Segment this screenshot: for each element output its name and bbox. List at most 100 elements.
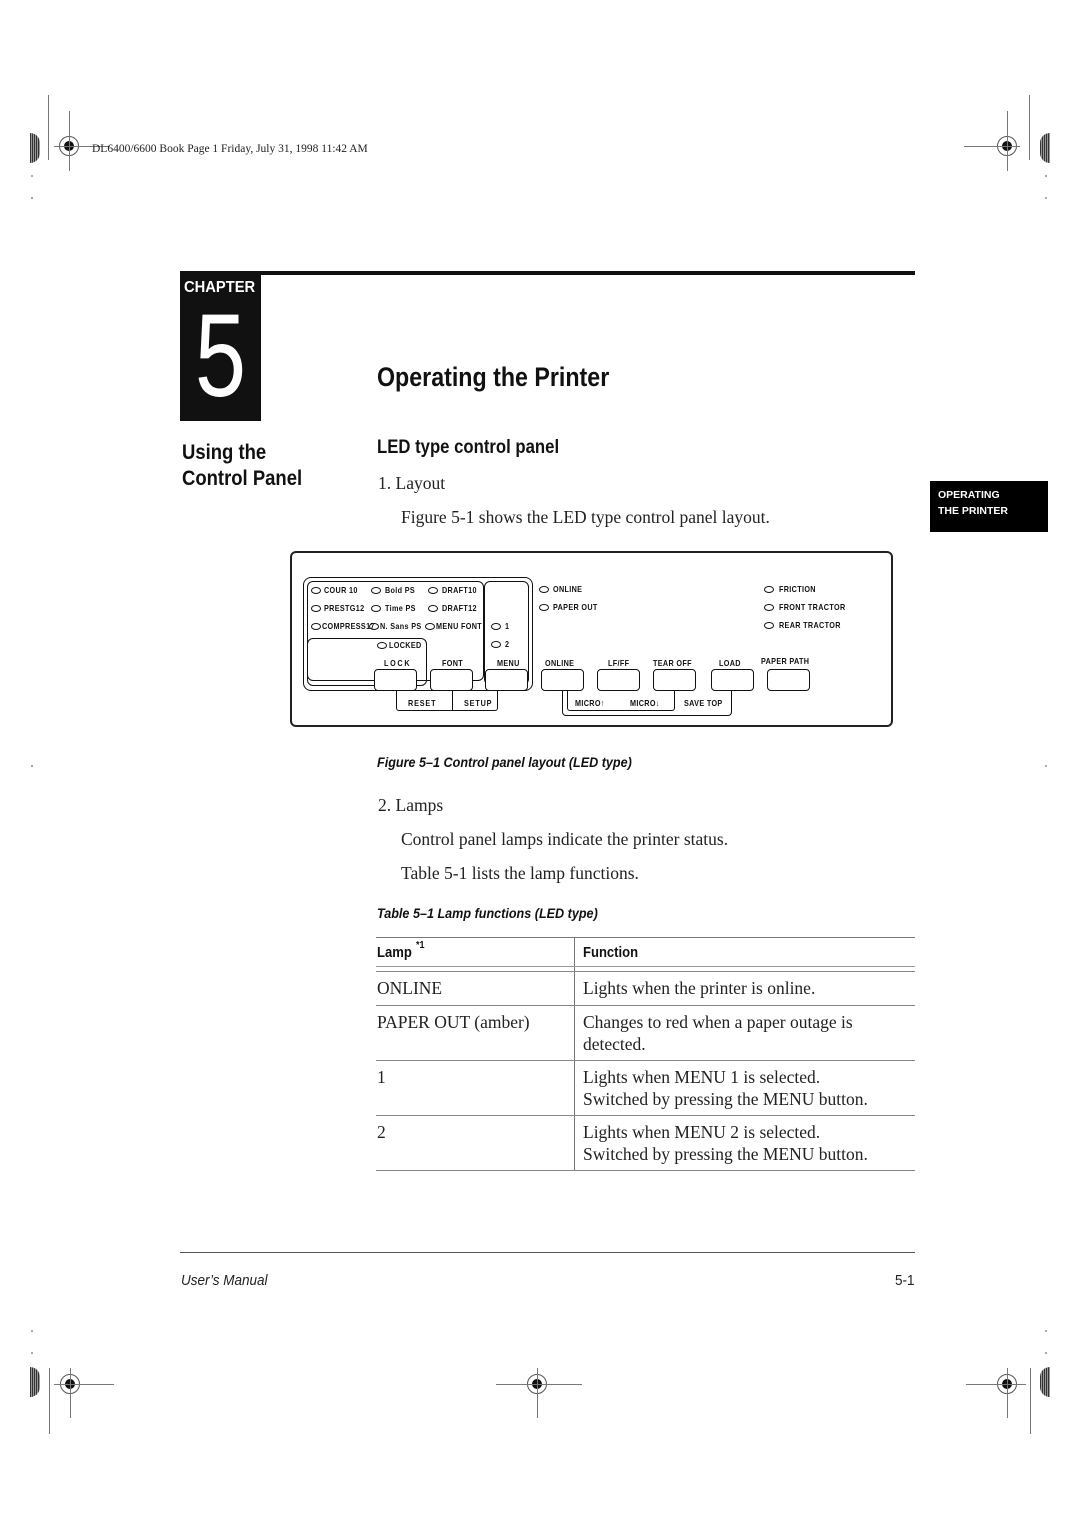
- column-divider: [574, 972, 575, 1005]
- led-icon: [491, 623, 501, 630]
- secondary-label-micro-up: MICRO↑: [575, 698, 605, 708]
- table-row: PAPER OUT (amber) Changes to red when a …: [376, 1006, 915, 1061]
- led-icon: [369, 623, 379, 630]
- lamp-functions-table: Lamp *1 Function ONLINE Lights when the p…: [376, 937, 915, 1171]
- thumb-tab-line: THE PRINTER: [938, 505, 1009, 517]
- secondary-label-save-top: SAVE TOP: [684, 698, 723, 708]
- side-heading-line: Control Panel: [182, 467, 303, 490]
- cell-function-line: Lights when the printer is online.: [583, 978, 816, 998]
- button-label: LOCK: [384, 658, 412, 668]
- led-icon: [311, 605, 321, 612]
- header-function: Function: [583, 938, 915, 962]
- crop-dot: [31, 765, 33, 767]
- led-label-front-tractor: FRONT TRACTOR: [779, 602, 846, 612]
- side-heading: Using the Control Panel: [182, 440, 302, 492]
- cell-lamp: 2: [377, 1122, 386, 1142]
- header-function-label: Function: [583, 945, 639, 961]
- led-label-locked: LOCKED: [389, 640, 422, 650]
- crop-dot: [31, 1330, 33, 1332]
- footnote-marker: *1: [415, 940, 425, 951]
- crop-dot: [1045, 765, 1047, 767]
- led-icon: [311, 623, 321, 630]
- list-item-lamps: 2. Lamps: [378, 795, 444, 815]
- crop-line: [1007, 111, 1008, 171]
- cell-lamp: 1: [377, 1067, 386, 1087]
- header-lamp-label: Lamp: [377, 945, 412, 961]
- led-icon: [764, 604, 774, 611]
- led-label: PRESTG12: [324, 603, 365, 613]
- cell-function-line: detected.: [583, 1034, 646, 1054]
- cell-function: Lights when the printer is online.: [583, 972, 915, 999]
- button-label: FONT: [442, 658, 464, 668]
- table-header-row: Lamp *1 Function: [376, 937, 915, 967]
- paragraph: Figure 5-1 shows the LED type control pa…: [401, 507, 770, 527]
- led-icon: [491, 641, 501, 648]
- led-icon: [311, 587, 321, 594]
- footer-rule: [180, 1252, 915, 1253]
- button-label: PAPER PATH: [761, 656, 810, 666]
- led-label: COUR 10: [324, 585, 358, 595]
- cell-function: Lights when MENU 1 is selected. Switched…: [583, 1061, 915, 1110]
- led-label: Time PS: [385, 603, 416, 613]
- crop-dot: [1045, 1352, 1047, 1354]
- thumb-tab[interactable]: OPERATING THE PRINTER: [930, 481, 1048, 532]
- load-button: [711, 669, 754, 691]
- button-label: LOAD: [719, 658, 741, 668]
- paragraph: Control panel lamps indicate the printer…: [401, 829, 729, 849]
- led-label: COMPRESS17: [322, 621, 375, 631]
- crop-dot: [31, 1352, 33, 1354]
- led-label-rear-tractor: REAR TRACTOR: [779, 620, 841, 630]
- crop-line: [1007, 1368, 1008, 1418]
- crop-dot: [1045, 197, 1047, 199]
- font-button: [430, 669, 473, 691]
- button-label: LF/FF: [608, 658, 630, 668]
- chapter-number: 5: [194, 290, 247, 422]
- led-icon: [539, 604, 549, 611]
- crop-line: [964, 146, 1020, 147]
- led-icon: [539, 586, 549, 593]
- paper-path-button: [767, 669, 810, 691]
- button-label: TEAR OFF: [653, 658, 692, 668]
- led-icon: [371, 605, 381, 612]
- led-icon: [377, 642, 387, 649]
- led-label: MENU FONT: [436, 621, 483, 631]
- cell-function: Lights when MENU 2 is selected. Switched…: [583, 1116, 915, 1165]
- registration-halfmoon-icon: [1040, 1367, 1050, 1397]
- column-divider: [574, 967, 575, 971]
- secondary-label-micro-down: MICRO↓: [630, 698, 660, 708]
- cell-function-line: Changes to red when a paper outage is: [583, 1012, 853, 1032]
- column-divider: [574, 1006, 575, 1060]
- led-label-menu-2: 2: [505, 639, 510, 649]
- column-divider: [574, 1061, 575, 1115]
- led-label: DRAFT10: [442, 585, 477, 595]
- crop-dot: [1045, 1330, 1047, 1332]
- led-label: N. Sans PS: [380, 621, 422, 631]
- led-label: Bold PS: [385, 585, 416, 595]
- table-caption: Table 5–1 Lamp functions (LED type): [377, 905, 598, 921]
- online-button: [541, 669, 584, 691]
- led-label-paper-out: PAPER OUT: [553, 602, 598, 612]
- crop-dot: [31, 175, 33, 177]
- secondary-label-setup: SETUP: [464, 698, 493, 708]
- figure-caption: Figure 5–1 Control panel layout (LED typ…: [377, 754, 632, 770]
- paragraph: Table 5-1 lists the lamp functions.: [401, 863, 639, 883]
- led-icon: [371, 587, 381, 594]
- list-item-layout: 1. Layout: [378, 473, 446, 493]
- button-label: MENU: [497, 658, 520, 668]
- led-icon: [425, 623, 435, 630]
- crop-line: [1029, 95, 1030, 160]
- crop-dot: [1045, 175, 1047, 177]
- crop-line: [537, 1368, 538, 1418]
- table-row: 1 Lights when MENU 1 is selected. Switch…: [376, 1061, 915, 1116]
- cell-function-line: Lights when MENU 2 is selected.: [583, 1122, 821, 1142]
- page-title: Operating the Printer: [377, 362, 610, 392]
- column-divider: [574, 938, 575, 966]
- page-number: 5-1: [895, 1272, 915, 1289]
- crop-line: [1030, 1368, 1031, 1434]
- cell-function-line: Lights when MENU 1 is selected.: [583, 1067, 821, 1087]
- crop-line: [70, 1368, 71, 1418]
- led-icon: [428, 587, 438, 594]
- crop-line: [48, 95, 49, 160]
- cell-lamp: ONLINE: [377, 978, 443, 998]
- crop-line: [54, 1384, 114, 1385]
